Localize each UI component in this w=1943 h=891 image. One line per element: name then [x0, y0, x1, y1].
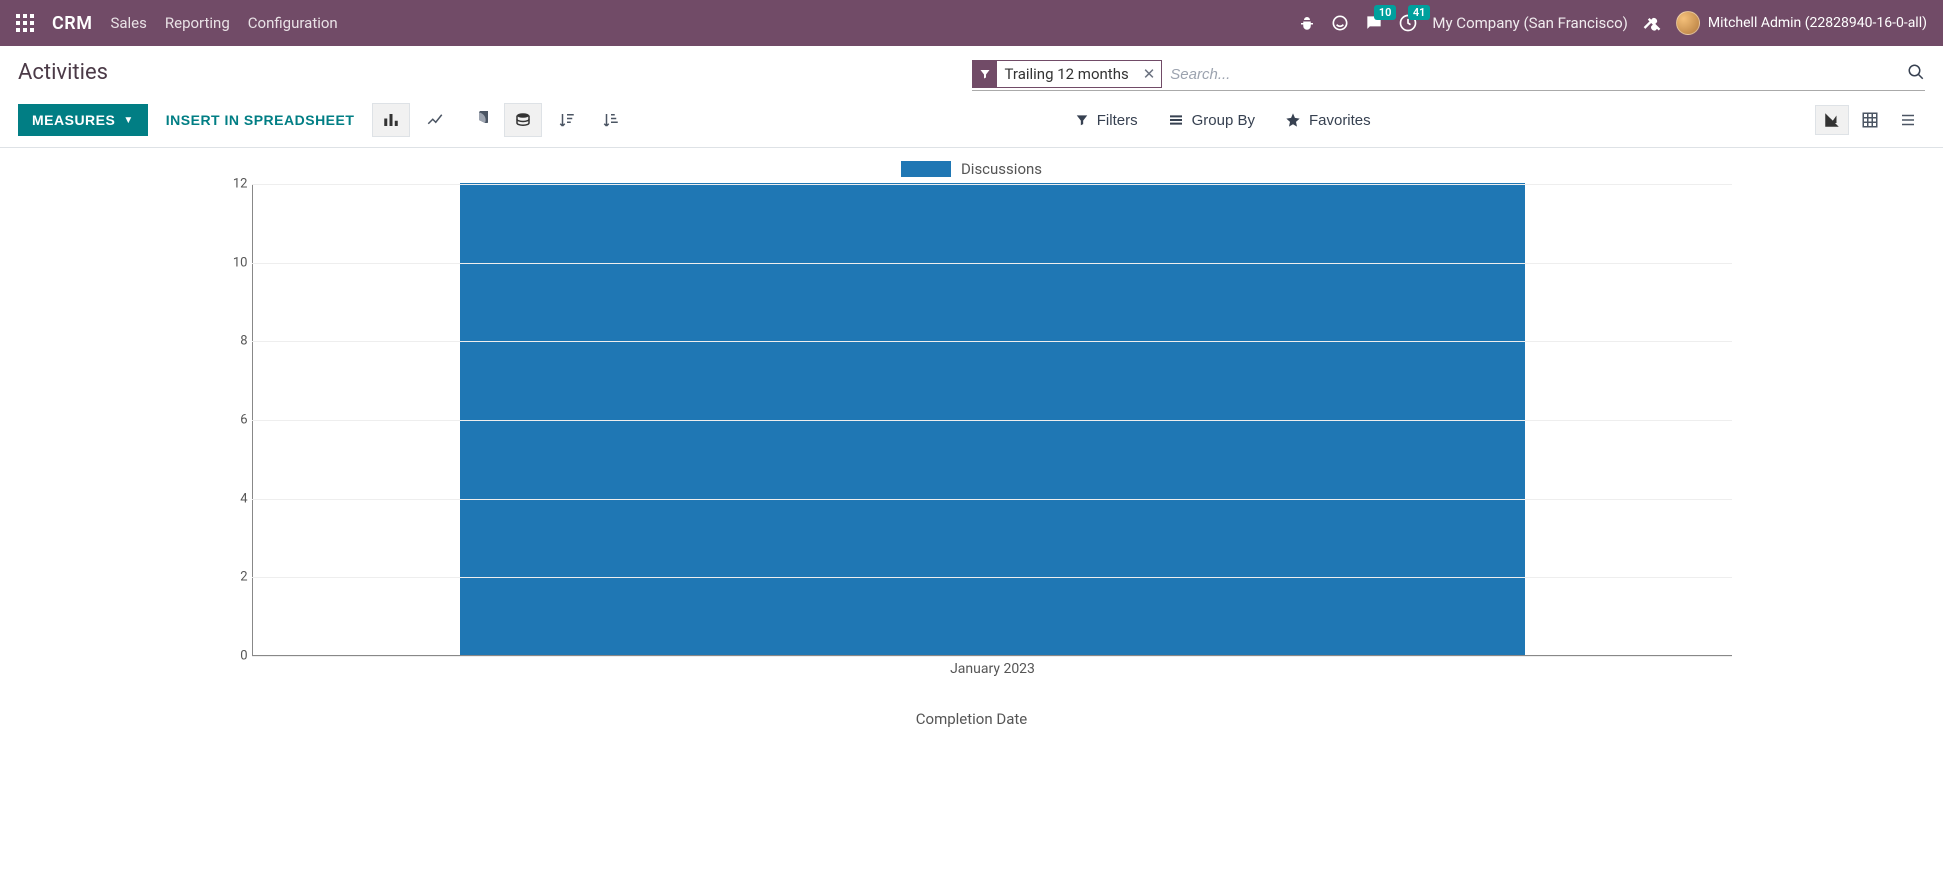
- header-row: Activities Trailing 12 months ✕: [0, 46, 1943, 97]
- activities-icon[interactable]: 41: [1398, 13, 1418, 33]
- app-brand[interactable]: CRM: [52, 13, 92, 34]
- page-title: Activities: [18, 60, 108, 85]
- pie-chart-icon[interactable]: [460, 103, 498, 137]
- legend-swatch: [901, 161, 951, 177]
- control-mid: Filters Group By Favorites: [1063, 106, 1383, 135]
- graph-view-icon[interactable]: [1815, 105, 1849, 135]
- search-input[interactable]: [1170, 66, 1925, 83]
- y-axis: 024681012: [212, 184, 252, 656]
- facet-remove-icon[interactable]: ✕: [1137, 65, 1162, 83]
- caret-down-icon: ▼: [123, 115, 133, 126]
- favorites-button[interactable]: Favorites: [1273, 106, 1383, 135]
- chart-area: Discussions 024681012 January 2023 Compl…: [0, 148, 1943, 744]
- search-icon[interactable]: [1907, 63, 1925, 85]
- line-chart-icon[interactable]: [416, 103, 454, 137]
- chart-plot: 024681012 January 2023: [212, 184, 1732, 674]
- x-axis-label: Completion Date: [916, 710, 1027, 728]
- filters-button[interactable]: Filters: [1063, 106, 1150, 135]
- list-view-icon[interactable]: [1891, 105, 1925, 135]
- gridline: [252, 184, 1732, 185]
- y-tick: 10: [208, 255, 248, 270]
- group-by-button[interactable]: Group By: [1156, 106, 1267, 135]
- chart-legend[interactable]: Discussions: [901, 160, 1042, 178]
- menu-sales[interactable]: Sales: [110, 14, 146, 32]
- legend-label: Discussions: [961, 160, 1042, 178]
- gridline: [252, 499, 1732, 500]
- chart-bar[interactable]: [460, 183, 1526, 655]
- bug-icon[interactable]: [1298, 14, 1316, 32]
- gridline: [252, 577, 1732, 578]
- activities-badge: 41: [1408, 5, 1431, 20]
- measures-label: MEASURES: [32, 112, 115, 128]
- search-box[interactable]: Trailing 12 months ✕: [972, 60, 1926, 91]
- y-tick: 8: [208, 334, 248, 349]
- user-menu[interactable]: Mitchell Admin (22828940-16-0-all): [1676, 11, 1927, 35]
- insert-spreadsheet-button[interactable]: INSERT IN SPREADSHEET: [154, 104, 367, 136]
- stacked-icon[interactable]: [504, 103, 542, 137]
- bar-chart-icon[interactable]: [372, 103, 410, 137]
- gridline: [252, 263, 1732, 264]
- favorites-label: Favorites: [1309, 112, 1371, 129]
- navbar-right: 10 41 My Company (San Francisco) Mitchel…: [1298, 11, 1927, 35]
- facet-label: Trailing 12 months: [997, 62, 1137, 86]
- y-tick: 12: [208, 177, 248, 192]
- avatar: [1676, 11, 1700, 35]
- user-name: Mitchell Admin (22828940-16-0-all): [1708, 15, 1927, 31]
- sort-asc-icon[interactable]: [592, 103, 630, 137]
- search-facet: Trailing 12 months ✕: [972, 60, 1163, 88]
- messages-icon[interactable]: 10: [1364, 13, 1384, 33]
- apps-icon[interactable]: [16, 14, 34, 32]
- filter-icon: [973, 61, 997, 87]
- pivot-view-icon[interactable]: [1853, 105, 1887, 135]
- filters-label: Filters: [1097, 112, 1138, 129]
- support-icon[interactable]: [1330, 13, 1350, 33]
- sort-desc-icon[interactable]: [548, 103, 586, 137]
- search-area: Trailing 12 months ✕: [972, 60, 1926, 91]
- menu-reporting[interactable]: Reporting: [165, 14, 230, 32]
- company-switcher[interactable]: My Company (San Francisco): [1432, 14, 1627, 32]
- measures-button[interactable]: MEASURES ▼: [18, 104, 148, 136]
- y-tick: 6: [208, 413, 248, 428]
- x-tick: January 2023: [950, 661, 1035, 677]
- debug-tools-icon[interactable]: [1642, 13, 1662, 33]
- control-panel: MEASURES ▼ INSERT IN SPREADSHEET Filters: [0, 97, 1943, 148]
- gridline: [252, 341, 1732, 342]
- control-left: MEASURES ▼ INSERT IN SPREADSHEET: [18, 103, 630, 137]
- y-tick: 2: [208, 570, 248, 585]
- menu-configuration[interactable]: Configuration: [248, 14, 338, 32]
- messages-badge: 10: [1374, 5, 1397, 20]
- y-tick: 4: [208, 491, 248, 506]
- top-navbar: CRM Sales Reporting Configuration 10 41 …: [0, 0, 1943, 46]
- navbar-left: CRM Sales Reporting Configuration: [16, 13, 338, 34]
- y-tick: 0: [208, 649, 248, 664]
- group-by-label: Group By: [1192, 112, 1255, 129]
- gridline: [252, 420, 1732, 421]
- gridline: [252, 656, 1732, 657]
- view-switcher: [1815, 105, 1925, 135]
